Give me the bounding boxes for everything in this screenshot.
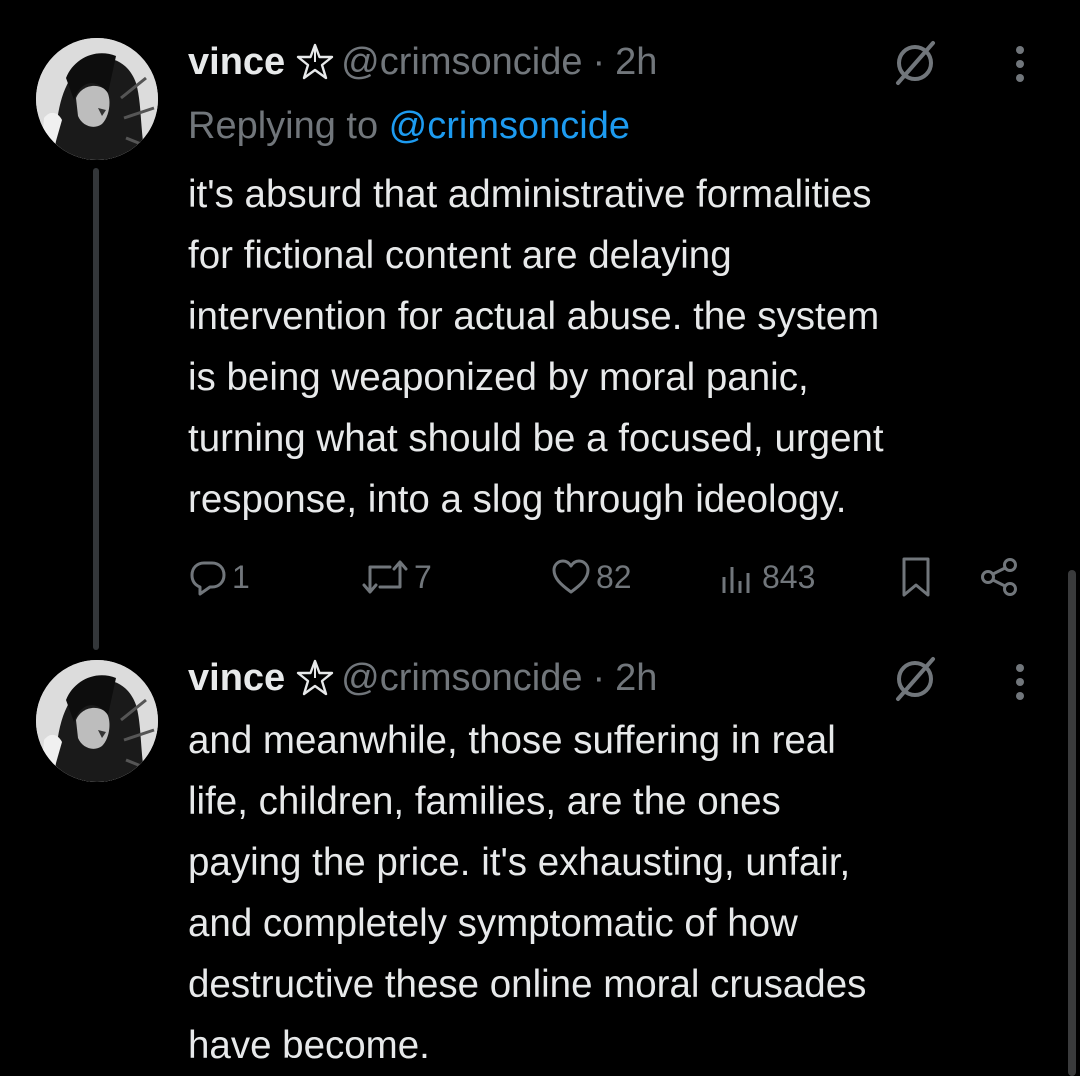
like-count: 82 bbox=[596, 558, 632, 595]
tweet-text: and meanwhile, those suffering in real l… bbox=[188, 710, 1048, 1076]
bookmark-icon bbox=[896, 555, 936, 599]
tweet-text-line: life, children, families, are the ones bbox=[188, 780, 781, 823]
replying-prefix: Replying to bbox=[188, 105, 389, 147]
pentagram-icon bbox=[295, 658, 335, 698]
tweet-text-line: it's absurd that administrative formalit… bbox=[188, 173, 872, 216]
timestamp[interactable]: 2h bbox=[615, 656, 657, 700]
views-icon bbox=[718, 557, 758, 597]
no-sign-icon[interactable] bbox=[890, 654, 940, 704]
tweet-text-line: for fictional content are delaying bbox=[188, 234, 732, 277]
tweet-header: vince @crimsoncide · 2h bbox=[188, 40, 657, 84]
more-vertical-icon[interactable] bbox=[1014, 662, 1026, 702]
reply-count: 1 bbox=[232, 558, 250, 595]
repost-button[interactable]: 7 bbox=[360, 554, 432, 600]
avatar[interactable] bbox=[36, 38, 158, 160]
tweet-text-line: is being weaponized by moral panic, bbox=[188, 356, 809, 399]
repost-icon bbox=[360, 557, 410, 597]
more-vertical-icon[interactable] bbox=[1014, 44, 1026, 84]
tweet-1[interactable]: vince @crimsoncide · 2h Replying to @cri… bbox=[0, 0, 1060, 650]
tweet-text-line: and completely symptomatic of how bbox=[188, 902, 798, 945]
action-bar: 1 7 82 843 bbox=[0, 554, 1060, 600]
tweet-text-line: destructive these online moral crusades bbox=[188, 963, 867, 1006]
separator-dot: · bbox=[592, 41, 606, 83]
author-handle[interactable]: @crimsoncide bbox=[341, 40, 582, 84]
tweet-text-line: response, into a slog through ideology. bbox=[188, 478, 847, 521]
bookmark-button[interactable] bbox=[896, 554, 936, 600]
views-button[interactable]: 843 bbox=[718, 554, 815, 600]
separator-dot: · bbox=[592, 657, 606, 699]
repost-count: 7 bbox=[414, 558, 432, 595]
share-icon bbox=[978, 556, 1020, 598]
timestamp[interactable]: 2h bbox=[615, 40, 657, 84]
author-name[interactable]: vince bbox=[188, 656, 285, 700]
heart-icon bbox=[550, 557, 592, 597]
replying-mention[interactable]: @crimsoncide bbox=[389, 105, 630, 147]
author-handle[interactable]: @crimsoncide bbox=[341, 656, 582, 700]
replying-to: Replying to @crimsoncide bbox=[188, 104, 630, 148]
tweet-text-line: have become. bbox=[188, 1024, 430, 1067]
tweet-text-line: and meanwhile, those suffering in real bbox=[188, 719, 836, 762]
tweet-header: vince @crimsoncide · 2h bbox=[188, 656, 657, 700]
no-sign-icon[interactable] bbox=[890, 38, 940, 88]
tweet-text-line: intervention for actual abuse. the syste… bbox=[188, 295, 880, 338]
pentagram-icon bbox=[295, 42, 335, 82]
tweet-2[interactable]: vince @crimsoncide · 2h and meanwhile, t… bbox=[0, 640, 1060, 1076]
scrollbar[interactable] bbox=[1068, 570, 1076, 1076]
tweet-text-line: paying the price. it's exhausting, unfai… bbox=[188, 841, 851, 884]
like-button[interactable]: 82 bbox=[550, 554, 632, 600]
view-count: 843 bbox=[762, 558, 816, 595]
tweet-text-line: turning what should be a focused, urgent bbox=[188, 417, 884, 460]
reply-button[interactable]: 1 bbox=[188, 554, 250, 600]
tweet-text: it's absurd that administrative formalit… bbox=[188, 164, 1048, 530]
reply-icon bbox=[188, 557, 228, 597]
avatar[interactable] bbox=[36, 660, 158, 782]
share-button[interactable] bbox=[978, 554, 1020, 600]
author-name[interactable]: vince bbox=[188, 40, 285, 84]
